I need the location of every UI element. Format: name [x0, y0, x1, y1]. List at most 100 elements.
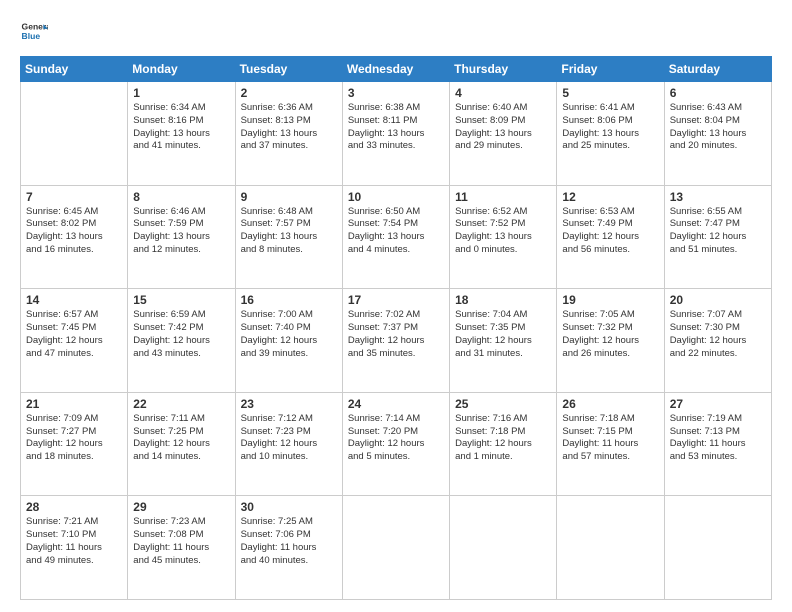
- weekday-header-sunday: Sunday: [21, 57, 128, 82]
- calendar-cell: 11 Sunrise: 6:52 AM Sunset: 7:52 PM Dayli…: [450, 185, 557, 289]
- weekday-header-row: SundayMondayTuesdayWednesdayThursdayFrid…: [21, 57, 772, 82]
- day-info: Sunrise: 7:11 AM Sunset: 7:25 PM Dayligh…: [133, 413, 229, 464]
- calendar-cell: 1 Sunrise: 6:34 AM Sunset: 8:16 PM Daylig…: [128, 82, 235, 186]
- week-row-5: 28Sunrise: 7:21 AM Sunset: 7:10 PM Dayli…: [21, 496, 772, 600]
- day-number: 7: [26, 190, 122, 204]
- day-number: 4: [455, 86, 551, 100]
- day-number: 14: [26, 293, 122, 307]
- day-number: 6: [670, 86, 766, 100]
- weekday-header-friday: Friday: [557, 57, 664, 82]
- calendar-cell: 18Sunrise: 7:04 AM Sunset: 7:35 PM Dayli…: [450, 289, 557, 393]
- calendar-cell: [664, 496, 771, 600]
- day-number: 24: [348, 397, 444, 411]
- calendar-cell: 2 Sunrise: 6:36 AM Sunset: 8:13 PM Daylig…: [235, 82, 342, 186]
- day-info: Sunrise: 7:18 AM Sunset: 7:15 PM Dayligh…: [562, 413, 658, 464]
- day-info: Sunrise: 7:14 AM Sunset: 7:20 PM Dayligh…: [348, 413, 444, 464]
- weekday-header-thursday: Thursday: [450, 57, 557, 82]
- day-info: Sunrise: 7:21 AM Sunset: 7:10 PM Dayligh…: [26, 516, 122, 567]
- day-number: 10: [348, 190, 444, 204]
- day-info: Sunrise: 6:55 AM Sunset: 7:47 PM Dayligh…: [670, 206, 766, 257]
- calendar-cell: 4 Sunrise: 6:40 AM Sunset: 8:09 PM Daylig…: [450, 82, 557, 186]
- day-info: Sunrise: 6:59 AM Sunset: 7:42 PM Dayligh…: [133, 309, 229, 360]
- day-number: 17: [348, 293, 444, 307]
- week-row-3: 14Sunrise: 6:57 AM Sunset: 7:45 PM Dayli…: [21, 289, 772, 393]
- day-info: Sunrise: 6:48 AM Sunset: 7:57 PM Dayligh…: [241, 206, 337, 257]
- day-number: 2: [241, 86, 337, 100]
- calendar-cell: 6 Sunrise: 6:43 AM Sunset: 8:04 PM Daylig…: [664, 82, 771, 186]
- day-number: 8: [133, 190, 229, 204]
- calendar-cell: 7 Sunrise: 6:45 AM Sunset: 8:02 PM Daylig…: [21, 185, 128, 289]
- day-number: 3: [348, 86, 444, 100]
- calendar-cell: 16Sunrise: 7:00 AM Sunset: 7:40 PM Dayli…: [235, 289, 342, 393]
- calendar-cell: [342, 496, 449, 600]
- day-number: 16: [241, 293, 337, 307]
- day-info: Sunrise: 6:38 AM Sunset: 8:11 PM Dayligh…: [348, 102, 444, 153]
- calendar-cell: 25 Sunrise: 7:16 AM Sunset: 7:18 PM Dayli…: [450, 392, 557, 496]
- calendar-cell: 28Sunrise: 7:21 AM Sunset: 7:10 PM Dayli…: [21, 496, 128, 600]
- calendar-cell: 27 Sunrise: 7:19 AM Sunset: 7:13 PM Dayli…: [664, 392, 771, 496]
- calendar-cell: [557, 496, 664, 600]
- day-info: Sunrise: 6:52 AM Sunset: 7:52 PM Dayligh…: [455, 206, 551, 257]
- day-info: Sunrise: 7:16 AM Sunset: 7:18 PM Dayligh…: [455, 413, 551, 464]
- day-number: 21: [26, 397, 122, 411]
- day-number: 29: [133, 500, 229, 514]
- calendar-cell: 13 Sunrise: 6:55 AM Sunset: 7:47 PM Dayli…: [664, 185, 771, 289]
- calendar-cell: 23 Sunrise: 7:12 AM Sunset: 7:23 PM Dayli…: [235, 392, 342, 496]
- day-number: 15: [133, 293, 229, 307]
- day-number: 30: [241, 500, 337, 514]
- day-number: 27: [670, 397, 766, 411]
- calendar-cell: [450, 496, 557, 600]
- day-info: Sunrise: 7:25 AM Sunset: 7:06 PM Dayligh…: [241, 516, 337, 567]
- day-info: Sunrise: 7:12 AM Sunset: 7:23 PM Dayligh…: [241, 413, 337, 464]
- calendar-cell: 21 Sunrise: 7:09 AM Sunset: 7:27 PM Dayli…: [21, 392, 128, 496]
- day-info: Sunrise: 6:53 AM Sunset: 7:49 PM Dayligh…: [562, 206, 658, 257]
- day-info: Sunrise: 7:09 AM Sunset: 7:27 PM Dayligh…: [26, 413, 122, 464]
- calendar-cell: 5Sunrise: 6:41 AM Sunset: 8:06 PM Daylig…: [557, 82, 664, 186]
- day-info: Sunrise: 6:34 AM Sunset: 8:16 PM Dayligh…: [133, 102, 229, 153]
- header: General Blue: [20, 18, 772, 46]
- day-info: Sunrise: 6:43 AM Sunset: 8:04 PM Dayligh…: [670, 102, 766, 153]
- day-info: Sunrise: 6:40 AM Sunset: 8:09 PM Dayligh…: [455, 102, 551, 153]
- day-info: Sunrise: 7:04 AM Sunset: 7:35 PM Dayligh…: [455, 309, 551, 360]
- day-info: Sunrise: 7:19 AM Sunset: 7:13 PM Dayligh…: [670, 413, 766, 464]
- weekday-header-tuesday: Tuesday: [235, 57, 342, 82]
- logo-icon: General Blue: [20, 18, 48, 46]
- week-row-4: 21 Sunrise: 7:09 AM Sunset: 7:27 PM Dayli…: [21, 392, 772, 496]
- day-info: Sunrise: 6:41 AM Sunset: 8:06 PM Dayligh…: [562, 102, 658, 153]
- day-info: Sunrise: 7:02 AM Sunset: 7:37 PM Dayligh…: [348, 309, 444, 360]
- weekday-header-monday: Monday: [128, 57, 235, 82]
- day-number: 23: [241, 397, 337, 411]
- day-number: 11: [455, 190, 551, 204]
- day-number: 9: [241, 190, 337, 204]
- day-number: 26: [562, 397, 658, 411]
- calendar-cell: 17 Sunrise: 7:02 AM Sunset: 7:37 PM Dayli…: [342, 289, 449, 393]
- day-number: 13: [670, 190, 766, 204]
- calendar-cell: 15 Sunrise: 6:59 AM Sunset: 7:42 PM Dayli…: [128, 289, 235, 393]
- calendar-cell: 22 Sunrise: 7:11 AM Sunset: 7:25 PM Dayli…: [128, 392, 235, 496]
- calendar-cell: [21, 82, 128, 186]
- calendar-cell: 9 Sunrise: 6:48 AM Sunset: 7:57 PM Daylig…: [235, 185, 342, 289]
- calendar-cell: 10Sunrise: 6:50 AM Sunset: 7:54 PM Dayli…: [342, 185, 449, 289]
- day-info: Sunrise: 6:36 AM Sunset: 8:13 PM Dayligh…: [241, 102, 337, 153]
- day-info: Sunrise: 6:45 AM Sunset: 8:02 PM Dayligh…: [26, 206, 122, 257]
- week-row-1: 1 Sunrise: 6:34 AM Sunset: 8:16 PM Daylig…: [21, 82, 772, 186]
- day-number: 19: [562, 293, 658, 307]
- page: General Blue SundayMondayTuesdayWednesda…: [0, 0, 792, 612]
- day-number: 20: [670, 293, 766, 307]
- calendar-cell: 14Sunrise: 6:57 AM Sunset: 7:45 PM Dayli…: [21, 289, 128, 393]
- day-number: 1: [133, 86, 229, 100]
- week-row-2: 7 Sunrise: 6:45 AM Sunset: 8:02 PM Daylig…: [21, 185, 772, 289]
- day-number: 12: [562, 190, 658, 204]
- day-info: Sunrise: 7:07 AM Sunset: 7:30 PM Dayligh…: [670, 309, 766, 360]
- calendar-table: SundayMondayTuesdayWednesdayThursdayFrid…: [20, 56, 772, 600]
- calendar-cell: 29 Sunrise: 7:23 AM Sunset: 7:08 PM Dayli…: [128, 496, 235, 600]
- calendar-cell: 19 Sunrise: 7:05 AM Sunset: 7:32 PM Dayli…: [557, 289, 664, 393]
- calendar-cell: 20 Sunrise: 7:07 AM Sunset: 7:30 PM Dayli…: [664, 289, 771, 393]
- day-info: Sunrise: 7:05 AM Sunset: 7:32 PM Dayligh…: [562, 309, 658, 360]
- calendar-cell: 26 Sunrise: 7:18 AM Sunset: 7:15 PM Dayli…: [557, 392, 664, 496]
- svg-text:Blue: Blue: [22, 31, 41, 41]
- calendar-cell: 8Sunrise: 6:46 AM Sunset: 7:59 PM Daylig…: [128, 185, 235, 289]
- day-info: Sunrise: 7:23 AM Sunset: 7:08 PM Dayligh…: [133, 516, 229, 567]
- day-number: 25: [455, 397, 551, 411]
- day-number: 22: [133, 397, 229, 411]
